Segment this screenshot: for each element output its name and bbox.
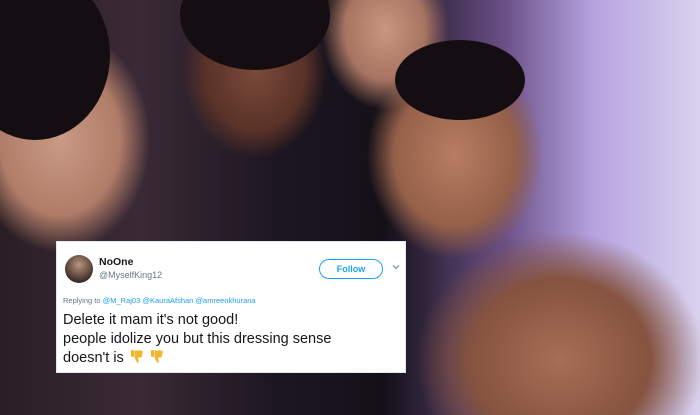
mention-link[interactable]: @amreenkhurana [195, 296, 255, 305]
tweet-text: Delete it mam it's not good! people idol… [63, 311, 403, 368]
mention-link[interactable]: @M_Raj03 [103, 296, 141, 305]
tweet-text-line-content: doesn't is [63, 350, 124, 366]
tweet-text-line: people idolize you but this dressing sen… [63, 331, 332, 347]
display-name[interactable]: NoOne [99, 256, 133, 268]
reply-context: Replying to @M_Raj03 @KauraAfshan @amree… [63, 296, 256, 305]
photo-frame: NoOne @MyselfKing12 Follow Replying to @… [0, 0, 700, 415]
thumbs-down-icon [150, 350, 163, 363]
avatar[interactable] [65, 255, 93, 283]
thumbs-down-icon [130, 350, 143, 363]
tweet-text-line: Delete it mam it's not good! [63, 312, 239, 328]
tweet-card: NoOne @MyselfKing12 Follow Replying to @… [56, 241, 406, 373]
tweet-text-line: doesn't is [63, 349, 403, 368]
follow-button[interactable]: Follow [319, 259, 383, 279]
hair-shape-right [395, 40, 525, 120]
chevron-down-icon[interactable] [391, 262, 401, 272]
reply-prefix: Replying to [63, 296, 101, 305]
user-handle[interactable]: @MyselfKing12 [99, 270, 162, 280]
mention-link[interactable]: @KauraAfshan [142, 296, 193, 305]
